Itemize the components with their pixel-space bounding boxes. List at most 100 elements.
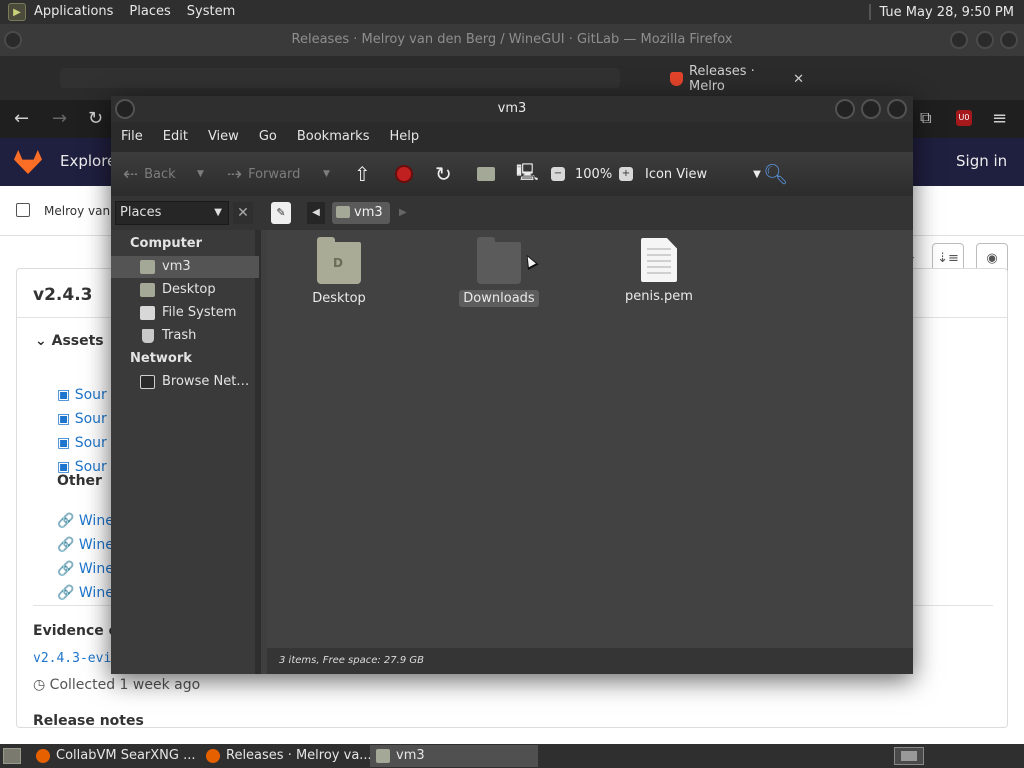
zoom-out-button[interactable]: − — [551, 152, 565, 196]
menu-help[interactable]: Help — [379, 122, 429, 152]
other-link-label: Wine — [78, 585, 114, 601]
sidebar-toggle-icon[interactable] — [16, 203, 30, 217]
sidebar-item-trash[interactable]: Trash — [111, 325, 259, 347]
menu-edit[interactable]: Edit — [153, 122, 198, 152]
home-folder-icon — [140, 260, 155, 274]
file-item-pem[interactable]: penis.pem — [609, 238, 709, 305]
source-link-label: Sour — [74, 411, 107, 427]
workspace-switcher[interactable] — [894, 747, 924, 765]
search-icon[interactable]: 🔍︎ — [763, 152, 788, 196]
menu-go[interactable]: Go — [249, 122, 287, 152]
computer-icon[interactable]: 🖳 — [516, 152, 539, 196]
tabbar-blurred-area — [60, 68, 620, 88]
explore-link[interactable]: Explore — [60, 152, 116, 170]
menu-bookmarks[interactable]: Bookmarks — [287, 122, 380, 152]
gitlab-logo-icon[interactable] — [14, 150, 42, 174]
up-arrow-icon[interactable]: ⇧ — [354, 152, 371, 196]
tab-close-icon[interactable]: ✕ — [793, 72, 804, 87]
back-arrow-icon[interactable]: ← — [14, 108, 29, 129]
firefox-icon — [36, 749, 50, 763]
other-link-label: Wine — [78, 537, 114, 553]
back-label: Back — [144, 166, 176, 182]
menu-applications[interactable]: Applications — [26, 0, 121, 24]
other-link[interactable]: 🔗 Wine — [57, 561, 114, 577]
minimize-button[interactable] — [950, 31, 968, 49]
clock[interactable]: Tue May 28, 9:50 PM — [879, 5, 1024, 20]
task-label: CollabVM SearXNG ... — [56, 748, 196, 763]
reload-icon[interactable]: ↻ — [435, 152, 452, 196]
maximize-button[interactable] — [976, 31, 994, 49]
forward-arrow-icon[interactable]: → — [52, 108, 67, 129]
sidebar-item-file-system[interactable]: File System — [111, 302, 259, 324]
home-button[interactable] — [477, 152, 495, 196]
collected-time: ◷ Collected 1 week ago — [33, 677, 201, 693]
extensions-icon[interactable]: ⧉ — [920, 108, 931, 128]
firefox-icon — [206, 749, 220, 763]
ublock-icon[interactable]: U0 — [956, 110, 972, 126]
forward-label: Forward — [248, 166, 301, 182]
fm-titlebar[interactable]: vm3 — [111, 96, 913, 122]
assets-label: Assets — [51, 333, 104, 349]
task-label: Releases · Melroy va... — [226, 748, 370, 763]
assets-heading[interactable]: ⌄ Assets — [35, 333, 104, 349]
other-link-label: Wine — [78, 513, 114, 529]
release-version[interactable]: v2.4.3 — [33, 285, 92, 305]
file-item-label: penis.pem — [625, 289, 693, 304]
tab-releases[interactable]: Releases · Melro ✕ — [662, 64, 812, 94]
places-select[interactable]: Places ▼ — [115, 201, 229, 225]
close-sidebar-icon[interactable]: ✕ — [233, 202, 253, 224]
path-scroll-right-icon[interactable]: ▶ — [399, 202, 413, 224]
fm-icon-view[interactable]: D Desktop Downloads penis.pem — [267, 230, 913, 648]
close-button[interactable] — [887, 99, 907, 119]
other-link[interactable]: 🔗 Wine — [57, 585, 114, 601]
path-scroll-left-icon[interactable]: ◀ — [307, 202, 325, 224]
sidebar-header-computer: Computer — [130, 236, 203, 251]
sidebar-item-browse-network[interactable]: Browse Net… — [111, 371, 259, 393]
menu-places[interactable]: Places — [121, 0, 178, 24]
task-vm3[interactable]: vm3 — [370, 745, 538, 767]
window-menu-button[interactable] — [4, 31, 22, 49]
network-icon — [140, 375, 155, 389]
show-desktop-icon[interactable] — [3, 748, 21, 764]
view-mode-select[interactable]: Icon View ▼ — [645, 152, 761, 196]
file-item-desktop[interactable]: D Desktop — [289, 237, 389, 307]
sidebar-item-vm3[interactable]: vm3 — [111, 256, 259, 278]
back-history-dropdown[interactable]: ▼ — [197, 152, 204, 196]
menu-system[interactable]: System — [179, 0, 243, 24]
path-crumb-label: vm3 — [354, 205, 383, 220]
menu-file[interactable]: File — [111, 122, 153, 152]
minimize-button[interactable] — [835, 99, 855, 119]
sign-in-link[interactable]: Sign in — [956, 152, 1007, 170]
fm-sidebar: Computer vm3 Desktop File System Trash N… — [111, 230, 261, 674]
forward-history-dropdown[interactable]: ▼ — [323, 152, 330, 196]
window-menu-button[interactable] — [115, 99, 135, 119]
stop-button[interactable] — [395, 152, 413, 196]
collected-label: Collected 1 week ago — [49, 677, 201, 693]
reload-icon[interactable]: ↻ — [88, 108, 103, 129]
menu-view[interactable]: View — [198, 122, 249, 152]
forward-button[interactable]: ⇢ Forward — [227, 152, 300, 196]
other-link[interactable]: 🔗 Wine — [57, 537, 114, 553]
hamburger-menu-icon[interactable]: ≡ — [992, 108, 1007, 129]
file-item-label: Desktop — [312, 291, 366, 306]
breadcrumb-item[interactable]: Melroy van — [44, 204, 110, 218]
source-link[interactable]: ▣ Sour — [57, 435, 107, 451]
task-collabvm[interactable]: CollabVM SearXNG ... — [30, 745, 200, 767]
source-link[interactable]: ▣ Sour — [57, 387, 107, 403]
other-link[interactable]: 🔗 Wine — [57, 513, 114, 529]
fm-toolbar: ⇠ Back ▼ ⇢ Forward ▼ ⇧ ↻ 🖳 − 100% + Icon V… — [111, 152, 913, 196]
maximize-button[interactable] — [861, 99, 881, 119]
applications-logo-icon[interactable]: ▶ — [8, 3, 26, 21]
sidebar-item-desktop[interactable]: Desktop — [111, 279, 259, 301]
zoom-level: 100% — [575, 166, 613, 182]
edit-path-icon[interactable]: ✎ — [271, 202, 291, 224]
zoom-in-button[interactable]: + — [619, 152, 633, 196]
file-item-downloads[interactable]: Downloads — [449, 237, 549, 307]
path-crumb-vm3[interactable]: vm3 — [332, 202, 390, 224]
stop-icon — [395, 165, 413, 183]
close-button[interactable] — [1000, 31, 1018, 49]
chevron-down-icon: ▼ — [753, 168, 761, 180]
back-button[interactable]: ⇠ Back — [123, 152, 176, 196]
task-releases[interactable]: Releases · Melroy va... — [200, 745, 370, 767]
source-link[interactable]: ▣ Sour — [57, 411, 107, 427]
